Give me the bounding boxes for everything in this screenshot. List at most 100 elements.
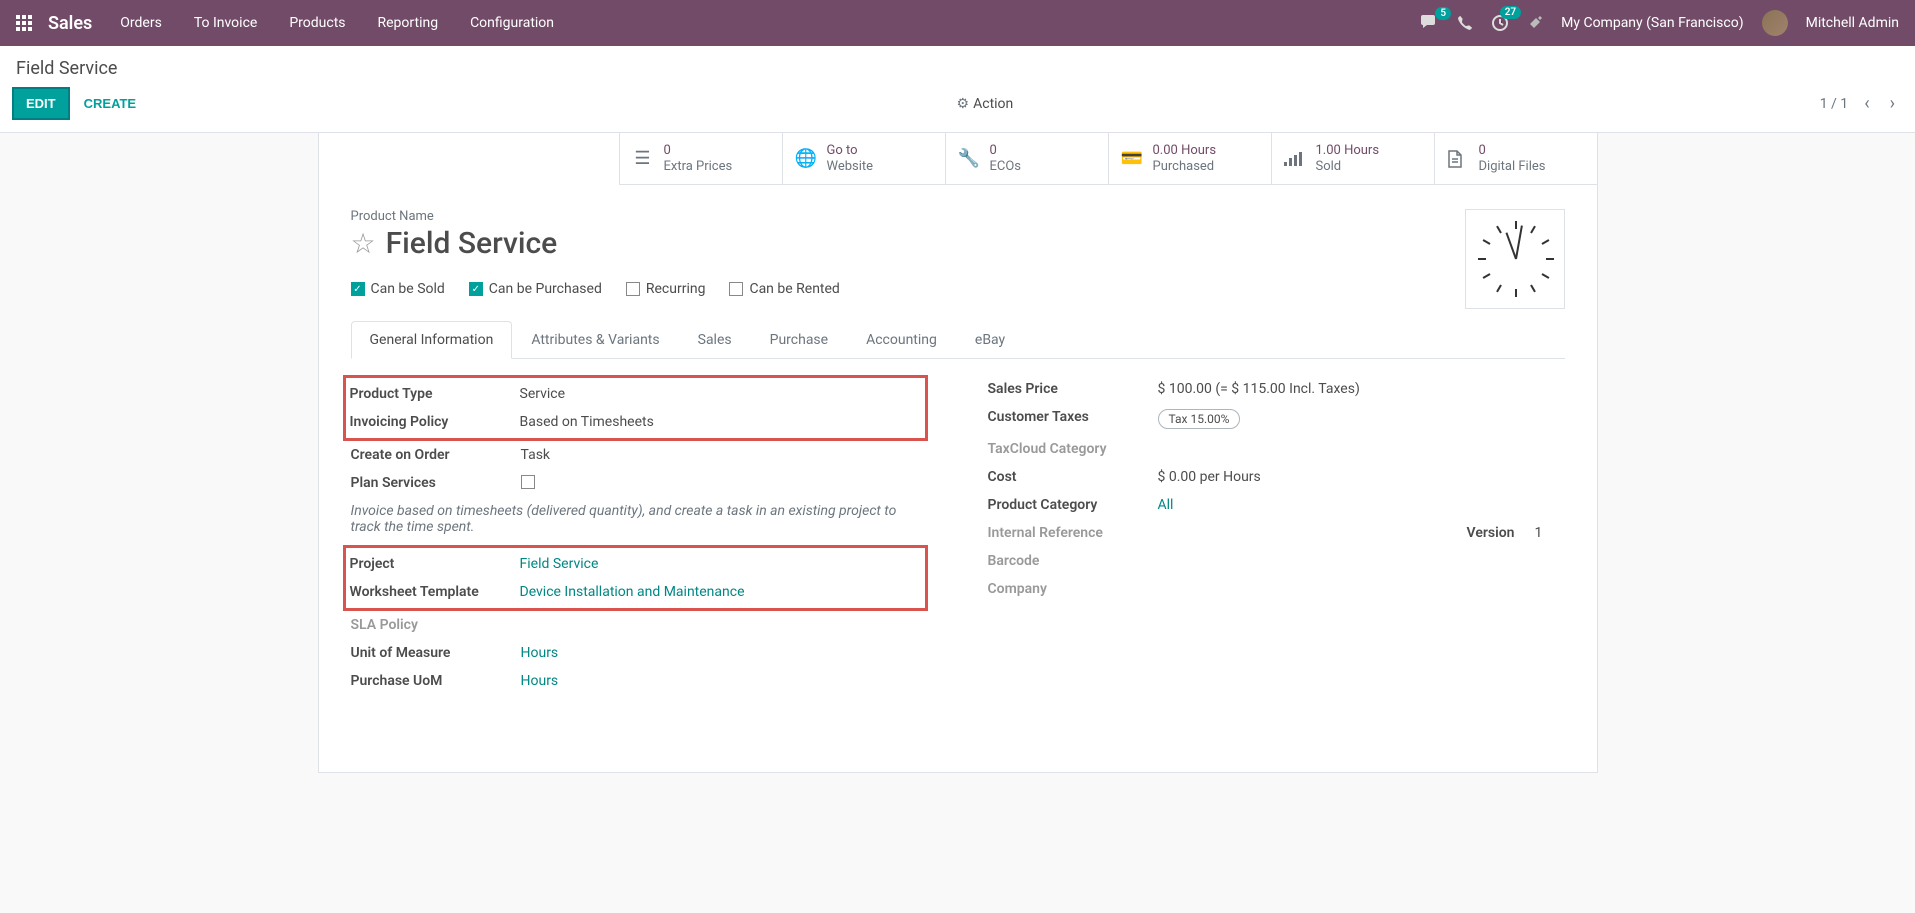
can-be-sold-checkbox[interactable]: ✓Can be Sold: [351, 281, 445, 297]
bars-icon: [1284, 152, 1306, 166]
sales-price-label: Sales Price: [988, 381, 1158, 397]
create-on-order-value: Task: [521, 447, 928, 463]
nav-to-invoice[interactable]: To Invoice: [194, 15, 258, 31]
activities-icon[interactable]: 27: [1491, 14, 1509, 32]
highlight-box-1: Product Type Service Invoicing Policy Ba…: [343, 375, 928, 441]
left-column: Product Type Service Invoicing Policy Ba…: [351, 375, 928, 695]
stat-extra-prices[interactable]: ☰ 0Extra Prices: [619, 133, 782, 184]
cost-value: $ 0.00 per Hours: [1158, 469, 1565, 485]
wrench-icon: 🔧: [958, 148, 980, 169]
gear-icon: ⚙: [957, 96, 970, 112]
stat-purchased[interactable]: 💳 0.00 HoursPurchased: [1108, 133, 1271, 184]
can-be-purchased-checkbox[interactable]: ✓Can be Purchased: [469, 281, 602, 297]
tabs: General Information Attributes & Variant…: [351, 321, 1565, 359]
tab-sales[interactable]: Sales: [679, 321, 751, 359]
tab-general-information[interactable]: General Information: [351, 321, 513, 359]
uom-value[interactable]: Hours: [521, 645, 928, 661]
avatar[interactable]: [1762, 10, 1788, 36]
sla-policy-label: SLA Policy: [351, 617, 521, 633]
list-icon: ☰: [632, 148, 654, 169]
nav-products[interactable]: Products: [289, 15, 345, 31]
worksheet-template-value[interactable]: Device Installation and Maintenance: [520, 584, 921, 600]
project-value[interactable]: Field Service: [520, 556, 921, 572]
top-nav: Orders To Invoice Products Reporting Con…: [120, 15, 1421, 31]
action-dropdown[interactable]: ⚙Action: [957, 96, 1014, 112]
tab-content: Product Type Service Invoicing Policy Ba…: [351, 359, 1565, 711]
purchase-uom-value[interactable]: Hours: [521, 673, 928, 689]
stat-digital-files[interactable]: 0Digital Files: [1434, 133, 1597, 184]
messages-badge: 5: [1435, 7, 1451, 20]
product-options: ✓Can be Sold ✓Can be Purchased Recurring…: [351, 281, 1565, 297]
product-name-label: Product Name: [351, 209, 1565, 224]
pager-next[interactable]: ›: [1886, 93, 1899, 114]
product-type-label: Product Type: [350, 386, 520, 402]
stat-sold[interactable]: 1.00 HoursSold: [1271, 133, 1434, 184]
edit-button[interactable]: EDIT: [12, 87, 70, 120]
product-image[interactable]: [1465, 209, 1565, 309]
plan-services-checkbox[interactable]: [521, 475, 928, 493]
tax-badge[interactable]: Tax 15.00%: [1158, 409, 1241, 429]
company-selector[interactable]: My Company (San Francisco): [1561, 15, 1743, 31]
customer-taxes-label: Customer Taxes: [988, 409, 1158, 425]
nav-reporting[interactable]: Reporting: [378, 15, 439, 31]
action-bar: EDIT CREATE ⚙Action 1 / 1 ‹ ›: [0, 79, 1915, 133]
right-column: Sales Price $ 100.00 (= $ 115.00 Incl. T…: [988, 375, 1565, 695]
card-icon: 💳: [1121, 148, 1143, 169]
company-label: Company: [988, 581, 1158, 597]
phone-icon[interactable]: [1457, 15, 1473, 31]
internal-reference-label: Internal Reference: [988, 525, 1158, 541]
product-category-label: Product Category: [988, 497, 1158, 513]
nav-orders[interactable]: Orders: [120, 15, 162, 31]
barcode-label: Barcode: [988, 553, 1158, 569]
recurring-checkbox[interactable]: Recurring: [626, 281, 706, 297]
tab-purchase[interactable]: Purchase: [751, 321, 847, 359]
topbar-right: 5 27 My Company (San Francisco) Mitchell…: [1421, 10, 1899, 36]
stat-website[interactable]: 🌐 Go toWebsite: [782, 133, 945, 184]
purchase-uom-label: Purchase UoM: [351, 673, 521, 689]
create-button[interactable]: CREATE: [70, 89, 150, 118]
product-category-value[interactable]: All: [1158, 497, 1565, 513]
breadcrumb-bar: Field Service: [0, 46, 1915, 79]
globe-icon: 🌐: [795, 148, 817, 169]
tab-attributes-variants[interactable]: Attributes & Variants: [512, 321, 678, 359]
topbar: Sales Orders To Invoice Products Reporti…: [0, 0, 1915, 46]
stat-ecos[interactable]: 🔧 0ECOs: [945, 133, 1108, 184]
form-sheet: ☰ 0Extra Prices 🌐 Go toWebsite 🔧 0ECOs 💳…: [318, 133, 1598, 773]
worksheet-template-label: Worksheet Template: [350, 584, 520, 600]
pager-text: 1 / 1: [1820, 96, 1848, 112]
cost-label: Cost: [988, 469, 1158, 485]
sales-price-value: $ 100.00 (= $ 115.00 Incl. Taxes): [1158, 381, 1565, 397]
version-value: 1: [1535, 525, 1565, 541]
version-label: Version: [1467, 525, 1515, 541]
customer-taxes-value: Tax 15.00%: [1158, 409, 1565, 429]
project-label: Project: [350, 556, 520, 572]
favorite-star-icon[interactable]: ☆: [351, 227, 376, 260]
action-label: Action: [973, 96, 1013, 112]
invoicing-policy-value: Based on Timesheets: [520, 414, 921, 430]
nav-configuration[interactable]: Configuration: [470, 15, 554, 31]
can-be-rented-checkbox[interactable]: Can be Rented: [729, 281, 839, 297]
pager: 1 / 1 ‹ ›: [1820, 93, 1899, 114]
product-name: Field Service: [386, 226, 558, 261]
messages-icon[interactable]: 5: [1421, 15, 1439, 31]
app-brand[interactable]: Sales: [48, 13, 92, 34]
create-on-order-label: Create on Order: [351, 447, 521, 463]
tab-ebay[interactable]: eBay: [956, 321, 1024, 359]
tab-accounting[interactable]: Accounting: [847, 321, 956, 359]
breadcrumb: Field Service: [16, 58, 1899, 79]
debug-icon[interactable]: [1527, 15, 1543, 31]
invoicing-policy-label: Invoicing Policy: [350, 414, 520, 430]
apps-icon[interactable]: [16, 15, 32, 31]
invoicing-help-text: Invoice based on timesheets (delivered q…: [351, 499, 928, 545]
user-menu[interactable]: Mitchell Admin: [1806, 15, 1899, 31]
stat-buttons: ☰ 0Extra Prices 🌐 Go toWebsite 🔧 0ECOs 💳…: [619, 133, 1597, 185]
taxcloud-label: TaxCloud Category: [988, 441, 1158, 457]
highlight-box-2: Project Field Service Worksheet Template…: [343, 545, 928, 611]
uom-label: Unit of Measure: [351, 645, 521, 661]
product-type-value: Service: [520, 386, 921, 402]
file-icon: [1447, 150, 1469, 168]
activities-badge: 27: [1500, 6, 1521, 19]
clock-icon: [1475, 219, 1555, 299]
plan-services-label: Plan Services: [351, 475, 521, 491]
pager-prev[interactable]: ‹: [1860, 93, 1873, 114]
